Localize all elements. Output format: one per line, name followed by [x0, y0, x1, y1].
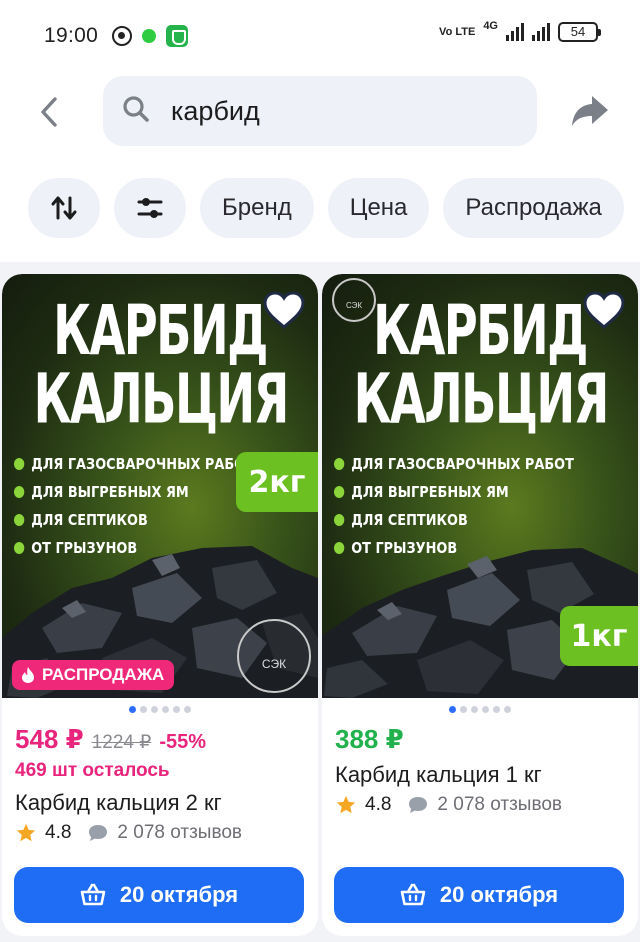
reviews-count: 2 078 отзывов — [437, 794, 563, 815]
price-row: 548 ₽ 1224 ₽ -55% — [15, 724, 206, 755]
carousel-dot — [162, 706, 169, 713]
carousel-dot — [482, 706, 489, 713]
rating-value: 4.8 — [365, 794, 392, 815]
basket-icon — [400, 883, 426, 906]
rating-row: 4.8 2 078 отзывов — [15, 822, 242, 844]
comment-icon — [89, 825, 108, 841]
volte-label: Vo LTE — [439, 26, 476, 38]
carousel-dot — [129, 706, 136, 713]
weight-badge: 2кг — [236, 452, 318, 512]
product-card[interactable]: КАРБИД КАЛЬЦИЯ ДЛЯ ГАЗОСВАРОЧНЫХ РАБОТ Д… — [322, 274, 638, 936]
product-image-title: КАРБИД КАЛЬЦИЯ — [33, 290, 290, 439]
product-name[interactable]: Карбид кальция 2 кг — [15, 790, 222, 816]
current-price: 548 ₽ — [15, 724, 84, 754]
reviews-count: 2 078 отзывов — [117, 822, 243, 843]
price-row: 388 ₽ — [335, 724, 404, 755]
filter-chips: Бренд Цена Распродажа — [28, 178, 624, 238]
fire-icon — [22, 667, 34, 683]
filters-icon — [137, 198, 163, 218]
image-bullet: ДЛЯ ГАЗОСВАРОЧНЫХ РАБОТ — [14, 450, 254, 478]
search-icon — [121, 94, 151, 129]
carousel-dot — [460, 706, 467, 713]
search-input[interactable]: карбид — [103, 76, 537, 146]
star-icon — [336, 795, 356, 814]
sort-button[interactable] — [28, 178, 100, 238]
carousel-dot — [449, 706, 456, 713]
product-name[interactable]: Карбид кальция 1 кг — [335, 762, 542, 788]
sale-badge: РАСПРОДАЖА — [12, 660, 175, 690]
old-price: 1224 ₽ — [91, 732, 152, 753]
filter-chip-price[interactable]: Цена — [327, 178, 430, 238]
image-bullet: ДЛЯ ВЫГРЕБНЫХ ЯМ — [14, 478, 254, 506]
carousel-dot — [471, 706, 478, 713]
battery-icon: 54 — [558, 22, 601, 42]
search-query-text: карбид — [171, 95, 260, 126]
product-image-title: КАРБИД КАЛЬЦИЯ — [353, 290, 610, 439]
whatsapp-icon — [112, 26, 133, 46]
image-carousel-dots — [2, 706, 318, 713]
brand-logo: СЭК — [332, 278, 376, 322]
back-icon — [41, 97, 57, 127]
image-bullet: ОТ ГРЫЗУНОВ — [334, 534, 574, 562]
add-to-cart-button[interactable]: 20 октября — [334, 867, 624, 923]
favorite-heart-icon[interactable] — [582, 290, 626, 330]
carousel-dot — [184, 706, 191, 713]
delivery-date-label: 20 октября — [119, 882, 239, 907]
share-icon — [572, 96, 608, 126]
product-image-bullets: ДЛЯ ГАЗОСВАРОЧНЫХ РАБОТ ДЛЯ ВЫГРЕБНЫХ ЯМ… — [334, 450, 613, 562]
image-bullet: ДЛЯ СЕПТИКОВ — [334, 506, 574, 534]
basket-icon — [80, 883, 106, 906]
status-notification-icons — [112, 25, 189, 47]
image-bullet: ДЛЯ СЕПТИКОВ — [14, 506, 254, 534]
stock-left: 469 шт осталось — [15, 760, 170, 781]
image-bullet: ДЛЯ ВЫГРЕБНЫХ ЯМ — [334, 478, 574, 506]
carousel-dot — [493, 706, 500, 713]
status-system-icons: Vo LTE 4G 54 — [439, 20, 601, 42]
add-to-cart-button[interactable]: 20 октября — [14, 867, 304, 923]
discount-percent: -55% — [159, 731, 207, 753]
rating-row: 4.8 2 078 отзывов — [335, 794, 562, 816]
current-price: 388 ₽ — [335, 724, 404, 754]
status-time: 19:00 — [44, 24, 99, 47]
status-bar: 19:00 Vo LTE 4G 54 — [0, 0, 640, 72]
filter-chip-brand[interactable]: Бренд — [200, 178, 314, 238]
rating-value: 4.8 — [45, 822, 72, 843]
chat-green-icon — [142, 29, 157, 43]
carousel-dot — [504, 706, 511, 713]
carousel-dot — [173, 706, 180, 713]
carousel-dot — [140, 706, 147, 713]
weight-badge: 1кг — [560, 606, 638, 666]
image-carousel-dots — [322, 706, 638, 713]
favorite-heart-icon[interactable] — [262, 290, 306, 330]
network-type-label: 4G — [483, 20, 498, 32]
product-image[interactable]: КАРБИД КАЛЬЦИЯ ДЛЯ ГАЗОСВАРОЧНЫХ РАБОТ Д… — [322, 274, 638, 698]
share-button[interactable] — [570, 92, 610, 132]
star-icon — [16, 823, 36, 842]
brand-logo: СЭК — [237, 619, 311, 693]
product-card[interactable]: КАРБИД КАЛЬЦИЯ ДЛЯ ГАЗОСВАРОЧНЫХ РАБОТ Д… — [2, 274, 318, 936]
filters-button[interactable] — [114, 178, 186, 238]
sale-badge-label: РАСПРОДАЖА — [42, 665, 165, 684]
filter-chip-sale[interactable]: Распродажа — [443, 178, 624, 238]
sort-icon — [51, 196, 77, 220]
carousel-dot — [151, 706, 158, 713]
comment-icon — [409, 797, 428, 813]
image-bullet: ОТ ГРЫЗУНОВ — [14, 534, 254, 562]
signal-icon-2 — [532, 23, 550, 41]
back-button[interactable] — [30, 92, 70, 132]
delivery-date-label: 20 октября — [439, 882, 559, 907]
shield-icon — [166, 25, 189, 47]
image-bullet: ДЛЯ ГАЗОСВАРОЧНЫХ РАБОТ — [334, 450, 574, 478]
signal-icon — [506, 23, 524, 41]
product-image[interactable]: КАРБИД КАЛЬЦИЯ ДЛЯ ГАЗОСВАРОЧНЫХ РАБОТ Д… — [2, 274, 318, 698]
